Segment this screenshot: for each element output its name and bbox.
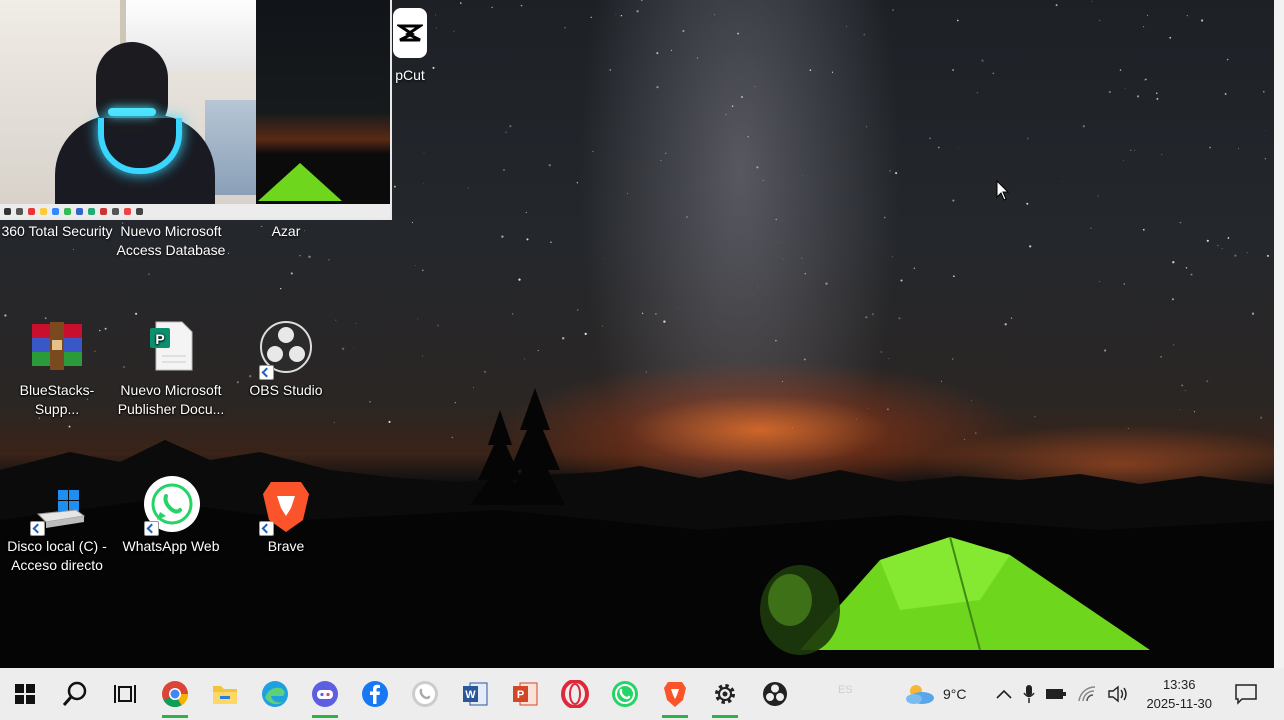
desktop-icon-label-access-database[interactable]: Nuevo Microsoft Access Database <box>114 222 228 260</box>
windows-start-icon <box>15 684 35 704</box>
taskbar-clock[interactable]: 13:36 2025-11-30 <box>1146 675 1212 713</box>
capcut-icon <box>393 8 427 58</box>
webcam-overlay <box>0 0 392 220</box>
opera-icon <box>561 680 589 708</box>
whatsapp-icon <box>612 681 638 707</box>
screen-right-edge <box>1274 0 1284 668</box>
publisher-document-icon: P <box>142 320 200 378</box>
desktop-icon-label: WhatsApp Web <box>122 538 220 554</box>
desktop-icon-label: Brave <box>267 538 305 554</box>
system-tray: 9°C 13:36 2025-11-30 <box>902 668 1284 720</box>
word-icon: W <box>463 682 488 706</box>
winrar-archive-icon <box>28 320 86 378</box>
taskbar-brave[interactable] <box>650 668 700 720</box>
desktop-icon-label: Nuevo Microsoft Publisher Docu... <box>117 382 225 417</box>
desktop-icon-label-360-total-security[interactable]: 360 Total Security <box>0 222 114 241</box>
gaming-app-icon <box>312 681 338 707</box>
taskbar-word[interactable]: W <box>450 668 500 720</box>
start-button[interactable] <box>0 668 50 720</box>
obs-icon <box>763 682 787 706</box>
search-icon <box>62 681 87 706</box>
facebook-icon <box>362 681 388 707</box>
speaker-volume-icon[interactable] <box>1107 685 1129 703</box>
desktop-icon-label-azar[interactable]: Azar <box>229 222 343 241</box>
taskbar: W P ES 9°C 13:36 2025-11-30 <box>0 668 1284 720</box>
taskbar-powerpoint[interactable]: P <box>500 668 550 720</box>
shortcut-arrow-icon <box>144 521 159 536</box>
brave-icon <box>664 682 686 707</box>
search-button[interactable] <box>50 668 100 720</box>
whatsapp-icon <box>142 476 200 536</box>
taskbar-gaming-app[interactable] <box>300 668 350 720</box>
taskbar-facebook[interactable] <box>350 668 400 720</box>
desktop-icon-label: pCut <box>395 67 425 83</box>
taskbar-edge[interactable] <box>250 668 300 720</box>
notification-center-icon[interactable] <box>1234 683 1258 705</box>
desktop-icon-whatsapp-web[interactable]: WhatsApp Web <box>114 476 228 556</box>
local-disk-icon <box>28 476 86 536</box>
whatsapp-icon <box>412 681 438 707</box>
taskbar-whatsapp-web[interactable] <box>400 668 450 720</box>
taskbar-opera[interactable] <box>550 668 600 720</box>
desktop-icon-local-disk[interactable]: Disco local (C) - Acceso directo <box>0 476 114 575</box>
task-view-button[interactable] <box>100 668 150 720</box>
desktop-icon-label: Disco local (C) - Acceso directo <box>7 538 107 573</box>
svg-text:W: W <box>465 689 476 701</box>
settings-gear-icon <box>715 684 735 704</box>
taskbar-whatsapp[interactable] <box>600 668 650 720</box>
wifi-icon[interactable] <box>1077 685 1097 703</box>
taskbar-chrome[interactable] <box>150 668 200 720</box>
shortcut-arrow-icon <box>30 521 45 536</box>
shortcut-arrow-icon <box>259 365 274 380</box>
edge-icon <box>262 681 288 707</box>
webcam-tent <box>258 163 342 201</box>
powerpoint-icon: P <box>513 682 538 706</box>
desktop-icon-obs-studio[interactable]: OBS Studio <box>229 320 343 400</box>
language-indicator[interactable]: ES <box>838 684 853 696</box>
shortcut-arrow-icon <box>259 521 274 536</box>
webcam-mini-taskbar <box>0 204 390 218</box>
desktop-icon-brave[interactable]: Brave <box>229 476 343 556</box>
desktop-icon-publisher-document[interactable]: P Nuevo Microsoft Publisher Docu... <box>114 320 228 419</box>
mouse-cursor-icon <box>996 180 1010 201</box>
microphone-icon[interactable] <box>1023 684 1036 704</box>
svg-text:P: P <box>517 689 524 701</box>
chrome-icon <box>162 681 189 708</box>
battery-icon[interactable] <box>1045 687 1067 701</box>
weather-temperature[interactable]: 9°C <box>943 686 967 702</box>
taskbar-file-explorer[interactable] <box>200 668 250 720</box>
clock-date: 2025-11-30 <box>1146 696 1212 711</box>
desktop-icon-label: OBS Studio <box>249 382 323 398</box>
file-explorer-icon <box>213 686 237 704</box>
task-view-icon <box>114 685 136 703</box>
obs-studio-icon <box>257 320 315 380</box>
taskbar-settings[interactable] <box>700 668 750 720</box>
brave-icon <box>257 476 315 536</box>
chevron-up-icon[interactable] <box>995 688 1013 700</box>
taskbar-obs[interactable] <box>750 668 800 720</box>
weather-cloud-icon[interactable] <box>902 681 938 707</box>
desktop-icon-label: BlueStacks-Supp... <box>19 382 95 417</box>
desktop-icon-capcut[interactable] <box>385 8 435 61</box>
webcam-glow-glasses <box>108 108 156 116</box>
clock-time: 13:36 <box>1162 677 1196 692</box>
svg-text:P: P <box>155 331 164 347</box>
desktop-icon-bluestacks-support[interactable]: BlueStacks-Supp... <box>0 320 114 419</box>
